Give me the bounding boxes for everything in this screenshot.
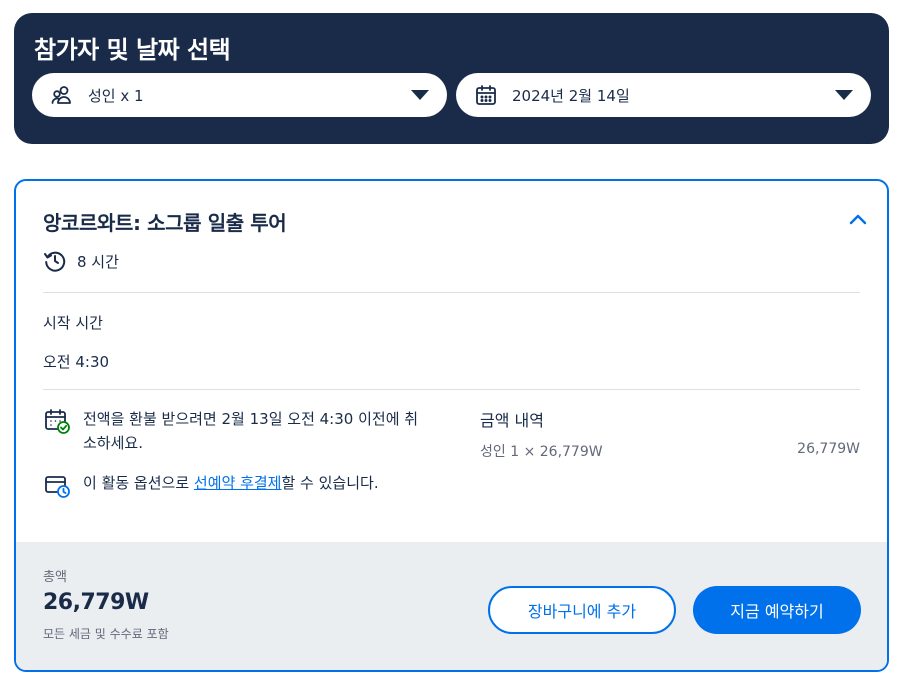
- total-label: 총액: [43, 570, 67, 585]
- header-title: 참가자 및 날짜 선택: [34, 36, 231, 64]
- duration: 8 시간: [43, 249, 119, 273]
- total-price: 26,779W: [43, 590, 149, 615]
- chevron-up-icon[interactable]: [847, 209, 869, 231]
- reserve-now-pay-later: 이 활동 옵션으로 선예약 후결제할 수 있습니다.: [43, 471, 423, 499]
- calendar-icon: [474, 83, 498, 107]
- cancellation-text: 전액을 환불 받으려면 2월 13일 오전 4:30 이전에 취소하세요.: [83, 410, 419, 452]
- option-title: 앙코르와트: 소그룹 일출 투어: [43, 211, 287, 235]
- date-dropdown[interactable]: 2024년 2월 14일: [456, 73, 871, 117]
- card-clock-icon: [43, 471, 71, 499]
- calendar-check-icon: [43, 407, 71, 435]
- participants-dropdown[interactable]: 성인 x 1: [32, 73, 447, 117]
- divider: [43, 292, 860, 293]
- reserve-text: 이 활동 옵션으로 선예약 후결제할 수 있습니다.: [83, 471, 379, 495]
- reserve-text-before: 이 활동 옵션으로: [83, 474, 194, 492]
- price-breakdown-line: 성인 1 × 26,779W 26,779W: [480, 441, 860, 461]
- divider: [43, 389, 860, 390]
- book-now-button[interactable]: 지금 예약하기: [693, 586, 861, 634]
- add-to-cart-button[interactable]: 장바구니에 추가: [488, 586, 676, 634]
- duration-value: 8 시간: [77, 252, 119, 271]
- clock-history-icon: [43, 249, 67, 273]
- price-breakdown-title: 금액 내역: [480, 411, 544, 430]
- participants-value: 성인 x 1: [88, 86, 144, 105]
- booking-footer: 총액 26,779W 모든 세금 및 수수료 포함 장바구니에 추가 지금 예약…: [16, 542, 887, 670]
- price-line-value: 26,779W: [797, 441, 860, 457]
- total-note: 모든 세금 및 수수료 포함: [43, 627, 169, 641]
- start-time-value: 오전 4:30: [43, 353, 110, 371]
- date-value: 2024년 2월 14일: [512, 86, 630, 105]
- activity-option-card: 앙코르와트: 소그룹 일출 투어 8 시간 시작 시간 오전 4:30 전액을 …: [14, 179, 889, 672]
- cancellation-policy: 전액을 환불 받으려면 2월 13일 오전 4:30 이전에 취소하세요.: [43, 407, 423, 455]
- start-time-label: 시작 시간: [43, 314, 103, 332]
- people-icon: [50, 83, 74, 107]
- caret-down-icon: [411, 90, 429, 100]
- reserve-text-after: 할 수 있습니다.: [281, 474, 379, 492]
- selection-header: 참가자 및 날짜 선택 성인 x 1 2024년 2월 14일: [14, 13, 889, 144]
- price-line-label: 성인 1 × 26,779W: [480, 444, 603, 460]
- caret-down-icon: [835, 90, 853, 100]
- reserve-now-pay-later-link[interactable]: 선예약 후결제: [194, 474, 282, 492]
